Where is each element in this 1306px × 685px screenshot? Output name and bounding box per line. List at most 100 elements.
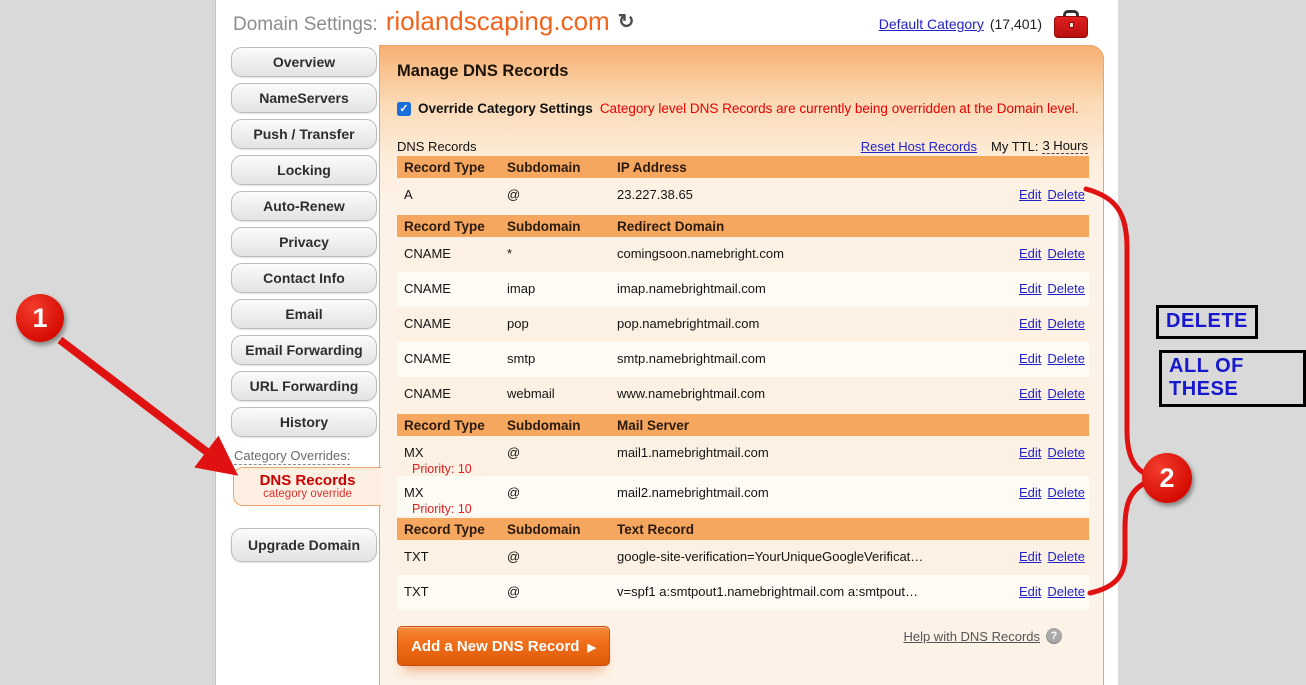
domain-settings-label: Domain Settings: <box>233 14 378 36</box>
record-value-cell: mail1.namebrightmail.com <box>617 445 984 460</box>
record-type: CNAME <box>404 386 507 401</box>
record-type-cell: MXPriority: 10 <box>397 445 507 476</box>
edit-link[interactable]: Edit <box>1019 246 1041 261</box>
override-category-checkbox[interactable]: ✓ <box>397 102 411 116</box>
record-type-cell: CNAME <box>397 246 507 261</box>
delete-link[interactable]: Delete <box>1047 445 1085 460</box>
sidebar-item-overview[interactable]: Overview <box>231 47 377 77</box>
delete-link[interactable]: Delete <box>1047 187 1085 202</box>
dns-panel: Manage DNS Records ✓ Override Category S… <box>379 45 1104 685</box>
edit-link[interactable]: Edit <box>1019 386 1041 401</box>
sidebar-item-nameservers[interactable]: NameServers <box>231 83 377 113</box>
sidebar-item-url-forwarding[interactable]: URL Forwarding <box>231 371 377 401</box>
table-row: CNAMEpoppop.namebrightmail.comEditDelete <box>397 307 1089 342</box>
column-header: Subdomain <box>507 160 617 175</box>
sidebar-item-contact-info[interactable]: Contact Info <box>231 263 377 293</box>
column-header: Subdomain <box>507 522 617 537</box>
sidebar-item-history[interactable]: History <box>231 407 377 437</box>
table-row: CNAME*comingsoon.namebright.com Edit Delet… <box>397 237 1089 272</box>
edit-link[interactable]: Edit <box>1019 485 1041 500</box>
column-header: Record Type <box>397 160 507 175</box>
record-type-cell: A <box>397 187 507 202</box>
step-1-badge: 1 <box>16 294 64 342</box>
record-type-cell: CNAME <box>397 386 507 401</box>
edit-link[interactable]: Edit <box>1019 549 1041 564</box>
row-actions: Edit Delete <box>984 187 1089 202</box>
record-value-cell: smtp.namebrightmail.com <box>617 351 984 366</box>
delete-link[interactable]: Delete <box>1047 549 1085 564</box>
sidebar-item-email-forwarding[interactable]: Email Forwarding <box>231 335 377 365</box>
record-value-cell: imap.namebrightmail.com <box>617 281 984 296</box>
upgrade-domain-button[interactable]: Upgrade Domain <box>231 528 377 562</box>
edit-link[interactable]: Edit <box>1019 351 1041 366</box>
subdomain-cell: @ <box>507 485 617 500</box>
delete-link[interactable]: Delete <box>1047 386 1085 401</box>
delete-link[interactable]: Delete <box>1047 281 1085 296</box>
dns-table: Record TypeSubdomainIP AddressA@23.227.3… <box>397 156 1089 610</box>
delete-link[interactable]: Delete <box>1047 316 1085 331</box>
dns-records-tab-label: DNS Records <box>260 473 356 488</box>
subdomain-cell: @ <box>507 549 617 564</box>
record-type-cell: TXT <box>397 584 507 599</box>
override-checkbox-label: Override Category Settings <box>418 101 593 116</box>
page: Domain Settings: riolandscaping.com ↻ De… <box>215 0 1118 685</box>
subdomain-cell: webmail <box>507 386 617 401</box>
record-priority: Priority: 10 <box>404 502 507 516</box>
sidebar-item-dns-records[interactable]: DNS Records category override <box>233 467 381 506</box>
edit-link[interactable]: Edit <box>1019 316 1041 331</box>
edit-link[interactable]: Edit <box>1019 281 1041 296</box>
record-type-cell: CNAME <box>397 281 507 296</box>
help-question-icon[interactable]: ? <box>1046 628 1062 644</box>
record-type: TXT <box>404 584 507 599</box>
record-value-cell: comingsoon.namebright.com <box>617 246 984 261</box>
delete-link[interactable]: Delete <box>1047 351 1085 366</box>
row-actions: Edit Delete <box>984 485 1089 500</box>
column-header: Subdomain <box>507 219 617 234</box>
record-type: CNAME <box>404 281 507 296</box>
record-type: CNAME <box>404 351 507 366</box>
column-header: Record Type <box>397 219 507 234</box>
override-warning-text: Category level DNS Records are currently… <box>600 101 1079 116</box>
subdomain-cell: @ <box>507 445 617 460</box>
button-arrow-icon: ▶ <box>587 641 595 654</box>
default-category-count: (17,401) <box>990 16 1042 32</box>
sidebar-item-push-transfer[interactable]: Push / Transfer <box>231 119 377 149</box>
record-type-cell: CNAME <box>397 316 507 331</box>
ttl-value[interactable]: 3 Hours <box>1042 138 1088 154</box>
sidebar-item-email[interactable]: Email <box>231 299 377 329</box>
record-type-cell: MXPriority: 10 <box>397 485 507 516</box>
category-overrides-label[interactable]: Category Overrides: <box>234 448 350 465</box>
briefcase-icon[interactable] <box>1054 10 1088 38</box>
table-row: TXT@v=spf1 a:smtpout1.namebrightmail.com… <box>397 575 1089 610</box>
edit-link[interactable]: Edit <box>1019 584 1041 599</box>
row-actions: Edit Delete <box>984 281 1089 296</box>
record-type-cell: CNAME <box>397 351 507 366</box>
delete-link[interactable]: Delete <box>1047 246 1085 261</box>
record-value-cell: v=spf1 a:smtpout1.namebrightmail.com a:s… <box>617 584 984 599</box>
record-type: CNAME <box>404 246 507 261</box>
sidebar-item-privacy[interactable]: Privacy <box>231 227 377 257</box>
row-actions: Edit Delete <box>984 584 1089 599</box>
row-actions: Edit Delete <box>984 246 1089 261</box>
reset-host-records-link[interactable]: Reset Host Records <box>861 139 977 154</box>
delete-link[interactable]: Delete <box>1047 584 1085 599</box>
page-title: Domain Settings: riolandscaping.com ↻ <box>233 6 634 37</box>
table-row: MXPriority: 10@mail2.namebrightmail.comE… <box>397 476 1089 516</box>
record-priority: Priority: 10 <box>404 462 507 476</box>
column-header: Record Type <box>397 522 507 537</box>
edit-link[interactable]: Edit <box>1019 445 1041 460</box>
add-dns-record-button[interactable]: Add a New DNS Record ▶ <box>397 626 610 666</box>
panel-heading: Manage DNS Records <box>397 62 1088 81</box>
sidebar-item-locking[interactable]: Locking <box>231 155 377 185</box>
subdomain-cell: pop <box>507 316 617 331</box>
refresh-icon[interactable]: ↻ <box>618 9 635 34</box>
default-category-link[interactable]: Default Category <box>879 16 984 32</box>
row-actions: Edit Delete <box>984 549 1089 564</box>
help-dns-records-link[interactable]: Help with DNS Records <box>903 629 1040 644</box>
record-type-cell: TXT <box>397 549 507 564</box>
delete-link[interactable]: Delete <box>1047 485 1085 500</box>
ttl-label: My TTL: <box>991 139 1038 154</box>
subdomain-cell: * <box>507 246 617 261</box>
edit-link[interactable]: Edit <box>1019 187 1041 202</box>
sidebar-item-auto-renew[interactable]: Auto-Renew <box>231 191 377 221</box>
